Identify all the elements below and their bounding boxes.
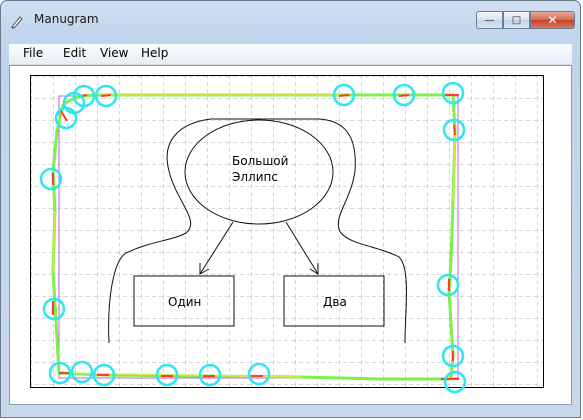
ellipse-label-line1: Большой: [232, 154, 288, 168]
grid-background: [31, 76, 543, 387]
app-window: Manugram — □ ✕ File Edit View Help Больш…: [0, 0, 581, 418]
ellipse-label-line2: Эллипс: [232, 170, 278, 184]
box-right-label: Два: [323, 295, 347, 309]
box-left-label: Один: [168, 295, 201, 309]
canvas-drawing[interactable]: Большой Эллипс Один Два: [1, 1, 582, 419]
